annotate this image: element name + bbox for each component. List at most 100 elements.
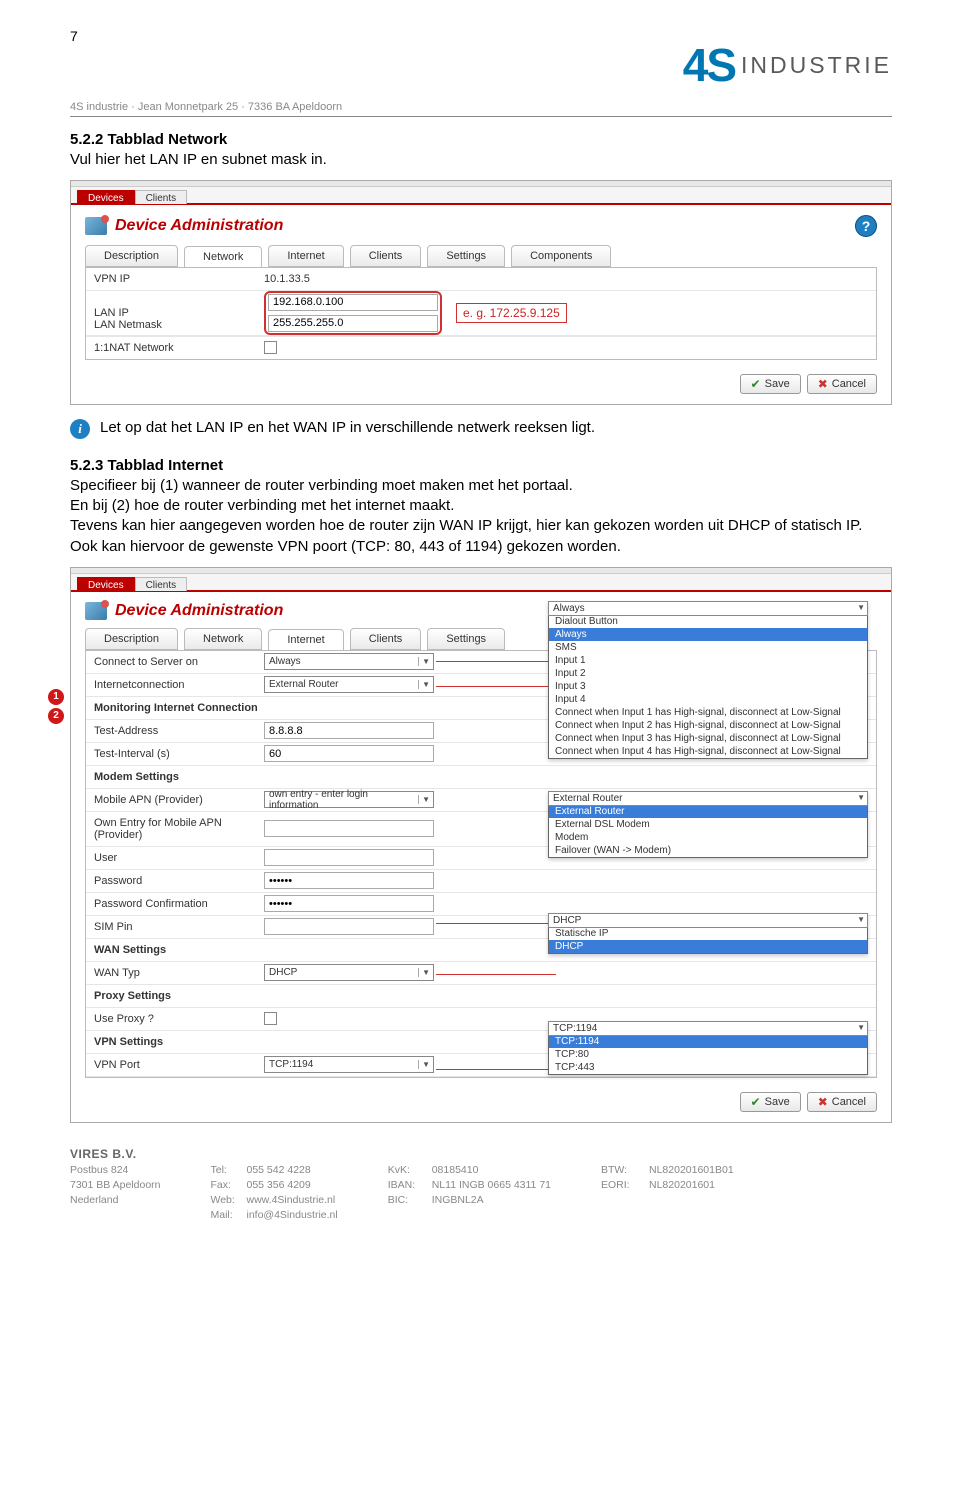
device-admin-icon	[85, 217, 107, 235]
input-test-address[interactable]	[264, 722, 434, 739]
save-label-2: Save	[765, 1096, 790, 1108]
label-wan-typ: WAN Typ	[86, 962, 264, 984]
dd-item[interactable]: Input 1	[549, 654, 867, 667]
input-test-interval[interactable]	[264, 745, 434, 762]
tab-network-2[interactable]: Network	[184, 628, 262, 650]
label-internetconnection: Internetconnection	[86, 674, 264, 696]
dropdown-head-wan: DHCP	[548, 913, 868, 928]
dd-item[interactable]: Dialout Button	[549, 615, 867, 628]
screenshot-internet-tab: Devices Clients Device Administration De…	[70, 567, 892, 1123]
label-password: Password	[86, 870, 264, 892]
label-own-apn: Own Entry for Mobile APN (Provider)	[86, 812, 264, 846]
value-vpn-ip: 10.1.33.5	[264, 273, 310, 285]
tab-description[interactable]: Description	[85, 245, 178, 267]
label-lan-netmask: LAN Netmask	[86, 314, 264, 336]
intro-5-2-2: Vul hier het LAN IP en subnet mask in.	[70, 150, 892, 170]
input-lan-netmask[interactable]	[268, 315, 438, 332]
device-admin-title: Device Administration	[115, 217, 283, 235]
header-divider	[70, 116, 892, 117]
combo-vpn-port[interactable]: TCP:1194	[264, 1056, 434, 1073]
tab-internet-2[interactable]: Internet	[268, 629, 343, 651]
page-footer: VIRES B.V. Postbus 824 7301 BB Apeldoorn…	[70, 1147, 892, 1224]
dd-item[interactable]: TCP:80	[549, 1048, 867, 1061]
dropdown-vpn-port[interactable]: TCP:1194 TCP:1194 TCP:80 TCP:443	[548, 1021, 868, 1075]
footer-company: VIRES B.V.	[70, 1147, 892, 1161]
label-connect-to-server: Connect to Server on	[86, 651, 264, 673]
tab-clients[interactable]: Clients	[350, 245, 422, 267]
input-user[interactable]	[264, 849, 434, 866]
label-test-interval: Test-Interval (s)	[86, 743, 264, 765]
top-tab-clients[interactable]: Clients	[135, 190, 188, 204]
cancel-label: Cancel	[832, 378, 866, 390]
footer-col-bank: KvK:08185410 IBAN:NL11 INGB 0665 4311 71…	[388, 1163, 551, 1224]
info-icon: i	[70, 419, 90, 439]
company-address-line: 4S industrie · Jean Monnetpark 25 · 7336…	[70, 101, 892, 113]
dd-item[interactable]: Connect when Input 3 has High-signal, di…	[549, 732, 867, 745]
tab-clients-2[interactable]: Clients	[350, 628, 422, 650]
dropdown-head-vpn: TCP:1194	[548, 1021, 868, 1036]
save-button-2[interactable]: ✔Save	[740, 1092, 801, 1112]
label-use-proxy: Use Proxy ?	[86, 1008, 264, 1030]
top-tab-devices-2[interactable]: Devices	[77, 577, 135, 591]
label-mobile-apn: Mobile APN (Provider)	[86, 789, 264, 811]
logo-word: INDUSTRIE	[741, 52, 892, 79]
dd-item[interactable]: External DSL Modem	[549, 818, 867, 831]
dd-item[interactable]: Modem	[549, 831, 867, 844]
combo-internetconnection[interactable]: External Router	[264, 676, 434, 693]
dd-item[interactable]: Connect when Input 1 has High-signal, di…	[549, 706, 867, 719]
top-tab-devices[interactable]: Devices	[77, 190, 135, 204]
page-number: 7	[70, 28, 892, 44]
dd-item[interactable]: Input 2	[549, 667, 867, 680]
device-admin-icon-2	[85, 602, 107, 620]
section-proxy: Proxy Settings	[86, 985, 876, 1008]
dropdown-wan-typ[interactable]: DHCP Statische IP DHCP	[548, 913, 868, 954]
body-5-2-3: Specifieer bij (1) wanneer de router ver…	[70, 476, 892, 557]
input-lan-ip[interactable]	[268, 294, 438, 311]
dd-item[interactable]: SMS	[549, 641, 867, 654]
label-vpn-port: VPN Port	[86, 1054, 264, 1076]
annotation-bullet-2: 2	[48, 708, 64, 724]
logo-brand: 4S	[683, 48, 735, 83]
dd-item[interactable]: Connect when Input 4 has High-signal, di…	[549, 745, 867, 758]
save-button[interactable]: ✔Save	[740, 374, 801, 394]
combo-connect-to-server[interactable]: Always	[264, 653, 434, 670]
input-sim-pin[interactable]	[264, 918, 434, 935]
dd-item[interactable]: TCP:1194	[549, 1035, 867, 1048]
dd-item[interactable]: Input 3	[549, 680, 867, 693]
section-modem: Modem Settings	[86, 766, 876, 789]
dd-item[interactable]: Statische IP	[549, 927, 867, 940]
checkbox-11nat[interactable]	[264, 341, 277, 354]
cancel-button[interactable]: ✖Cancel	[807, 374, 877, 394]
input-password[interactable]	[264, 872, 434, 889]
heading-5-2-3: 5.2.3 Tabblad Internet	[70, 457, 892, 474]
tab-settings-2[interactable]: Settings	[427, 628, 505, 650]
top-tab-clients-2[interactable]: Clients	[135, 577, 188, 591]
dd-item[interactable]: Always	[549, 628, 867, 641]
help-icon[interactable]: ?	[855, 215, 877, 237]
tab-settings[interactable]: Settings	[427, 245, 505, 267]
tab-components[interactable]: Components	[511, 245, 611, 267]
dd-item[interactable]: Connect when Input 2 has High-signal, di…	[549, 719, 867, 732]
tab-description-2[interactable]: Description	[85, 628, 178, 650]
dd-item[interactable]: Input 4	[549, 693, 867, 706]
tab-internet[interactable]: Internet	[268, 245, 343, 267]
footer-col-tax: BTW:NL820201601B01 EORI:NL820201601	[601, 1163, 734, 1224]
label-vpn-ip: VPN IP	[86, 268, 264, 290]
tab-network[interactable]: Network	[184, 246, 262, 268]
checkbox-use-proxy[interactable]	[264, 1012, 277, 1025]
combo-wan-typ[interactable]: DHCP	[264, 964, 434, 981]
cancel-button-2[interactable]: ✖Cancel	[807, 1092, 877, 1112]
dd-item[interactable]: TCP:443	[549, 1061, 867, 1074]
dropdown-internetconnection[interactable]: External Router External Router External…	[548, 791, 868, 858]
cancel-label-2: Cancel	[832, 1096, 866, 1108]
input-password-confirm[interactable]	[264, 895, 434, 912]
save-label: Save	[765, 378, 790, 390]
input-own-apn[interactable]	[264, 820, 434, 837]
dd-item[interactable]: DHCP	[549, 940, 867, 953]
dropdown-connect-to-server[interactable]: Always Dialout Button Always SMS Input 1…	[548, 601, 868, 759]
device-admin-title-2: Device Administration	[115, 602, 283, 620]
combo-mobile-apn[interactable]: own entry - enter login information	[264, 791, 434, 808]
dd-item[interactable]: External Router	[549, 805, 867, 818]
dd-item[interactable]: Failover (WAN -> Modem)	[549, 844, 867, 857]
footer-col-contact: Tel:055 542 4228 Fax:055 356 4209 Web:ww…	[211, 1163, 338, 1224]
